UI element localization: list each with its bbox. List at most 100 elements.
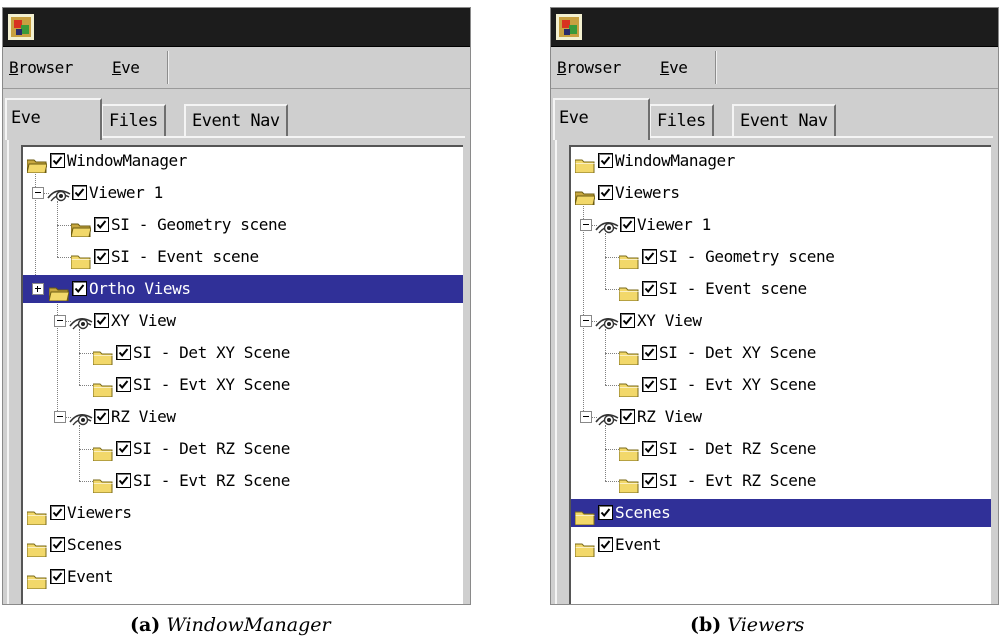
tree-item-label: SI - Evt RZ Scene xyxy=(133,471,290,490)
visibility-checkbox[interactable] xyxy=(116,345,131,360)
tree-item[interactable]: Viewers xyxy=(23,499,463,527)
tree-item-label: SI - Evt XY Scene xyxy=(659,375,816,394)
folder-icon xyxy=(70,250,91,270)
expand-icon[interactable] xyxy=(32,283,44,295)
tree-item[interactable]: SI - Det RZ Scene xyxy=(23,435,463,463)
title-bar[interactable] xyxy=(551,8,998,47)
visibility-checkbox[interactable] xyxy=(598,153,613,168)
tree-item-label: RZ View xyxy=(111,407,176,426)
tree-item[interactable]: WindowManager xyxy=(23,147,463,175)
tree-item-label: Ortho Views xyxy=(89,279,191,298)
collapse-icon[interactable] xyxy=(54,315,66,327)
menu-eve[interactable]: Eve xyxy=(112,58,140,77)
collapse-icon[interactable] xyxy=(54,411,66,423)
visibility-checkbox[interactable] xyxy=(620,313,635,328)
visibility-checkbox[interactable] xyxy=(94,249,109,264)
browser-window-a: Browser Eve Files Event Nav Eve WindowMa… xyxy=(2,7,471,605)
tree-item-label: SI - Geometry scene xyxy=(111,215,287,234)
visibility-checkbox[interactable] xyxy=(50,537,65,552)
folder-icon xyxy=(574,506,595,526)
collapse-icon[interactable] xyxy=(32,187,44,199)
tab-files[interactable]: Files xyxy=(101,104,166,138)
tree-item[interactable]: Scenes xyxy=(571,499,991,527)
tree-item[interactable]: Scenes xyxy=(23,531,463,559)
menu-browser[interactable]: Browser xyxy=(557,58,621,77)
tree-item[interactable]: SI - Evt XY Scene xyxy=(571,371,991,399)
visibility-checkbox[interactable] xyxy=(642,473,657,488)
tree-item[interactable]: XY View xyxy=(571,307,991,335)
title-bar[interactable] xyxy=(3,8,470,47)
eye-icon xyxy=(69,408,93,426)
visibility-checkbox[interactable] xyxy=(94,409,109,424)
tree-item-label: WindowManager xyxy=(67,151,188,170)
visibility-checkbox[interactable] xyxy=(598,505,613,520)
tree-item[interactable]: SI - Det RZ Scene xyxy=(571,435,991,463)
visibility-checkbox[interactable] xyxy=(598,185,613,200)
tree-item[interactable]: SI - Evt RZ Scene xyxy=(571,467,991,495)
visibility-checkbox[interactable] xyxy=(598,537,613,552)
tree-item-label: Scenes xyxy=(67,535,123,554)
tab-event-nav[interactable]: Event Nav xyxy=(184,104,288,138)
eye-icon xyxy=(595,216,619,234)
folder-icon xyxy=(618,474,639,494)
tree-item[interactable]: SI - Event scene xyxy=(571,275,991,303)
folder-icon xyxy=(26,538,47,558)
tab-content: WindowManager Viewer 1 SI - Geometry scene… xyxy=(7,136,465,604)
menu-browser[interactable]: Browser xyxy=(9,58,73,77)
visibility-checkbox[interactable] xyxy=(642,441,657,456)
tree-item-label: XY View xyxy=(111,311,176,330)
visibility-checkbox[interactable] xyxy=(72,281,87,296)
tree-item[interactable]: Event xyxy=(23,563,463,591)
visibility-checkbox[interactable] xyxy=(116,377,131,392)
visibility-checkbox[interactable] xyxy=(50,153,65,168)
collapse-icon[interactable] xyxy=(580,411,592,423)
menu-separator xyxy=(167,51,169,84)
visibility-checkbox[interactable] xyxy=(642,281,657,296)
collapse-icon[interactable] xyxy=(580,219,592,231)
tab-bar: Files Event Nav Eve xyxy=(551,94,998,140)
tree-item[interactable]: RZ View xyxy=(23,403,463,431)
tree-item[interactable]: Viewer 1 xyxy=(23,179,463,207)
menu-eve[interactable]: Eve xyxy=(660,58,688,77)
visibility-checkbox[interactable] xyxy=(94,313,109,328)
tree-item[interactable]: SI - Geometry scene xyxy=(571,243,991,271)
visibility-checkbox[interactable] xyxy=(116,473,131,488)
collapse-icon[interactable] xyxy=(580,315,592,327)
tree-item[interactable]: SI - Geometry scene xyxy=(23,211,463,239)
tree-item[interactable]: SI - Evt XY Scene xyxy=(23,371,463,399)
tab-files[interactable]: Files xyxy=(649,104,714,138)
tree-item[interactable]: RZ View xyxy=(571,403,991,431)
menu-bar: Browser Eve xyxy=(3,47,470,89)
tree-item[interactable]: SI - Det XY Scene xyxy=(571,339,991,367)
tree-item[interactable]: Viewer 1 xyxy=(571,211,991,239)
tree-item[interactable]: Viewers xyxy=(571,179,991,207)
app-icon xyxy=(556,14,582,40)
visibility-checkbox[interactable] xyxy=(72,185,87,200)
tree-item[interactable]: Ortho Views xyxy=(23,275,463,303)
visibility-checkbox[interactable] xyxy=(642,345,657,360)
tree-item[interactable]: SI - Det XY Scene xyxy=(23,339,463,367)
tree-item-label: Viewers xyxy=(67,503,132,522)
visibility-checkbox[interactable] xyxy=(620,217,635,232)
tree-item-label: SI - Evt XY Scene xyxy=(133,375,290,394)
visibility-checkbox[interactable] xyxy=(94,217,109,232)
visibility-checkbox[interactable] xyxy=(116,441,131,456)
tree-item[interactable]: Event xyxy=(571,531,991,559)
tree-item[interactable]: WindowManager xyxy=(571,147,991,175)
tree-item[interactable]: XY View xyxy=(23,307,463,335)
tab-eve[interactable]: Eve xyxy=(5,98,102,140)
visibility-checkbox[interactable] xyxy=(620,409,635,424)
visibility-checkbox[interactable] xyxy=(50,505,65,520)
visibility-checkbox[interactable] xyxy=(50,569,65,584)
list-tree[interactable]: WindowManager Viewer 1 SI - Geometry scene… xyxy=(21,145,463,604)
tab-eve[interactable]: Eve xyxy=(553,98,650,140)
tree-item-label: SI - Det RZ Scene xyxy=(133,439,290,458)
tree-item[interactable]: SI - Event scene xyxy=(23,243,463,271)
folder-icon xyxy=(26,570,47,590)
tree-item[interactable]: SI - Evt RZ Scene xyxy=(23,467,463,495)
tab-event-nav[interactable]: Event Nav xyxy=(732,104,836,138)
visibility-checkbox[interactable] xyxy=(642,377,657,392)
visibility-checkbox[interactable] xyxy=(642,249,657,264)
list-tree[interactable]: WindowManager Viewers Viewer 1 SI - Geometr… xyxy=(569,145,991,604)
folder-icon xyxy=(92,474,113,494)
